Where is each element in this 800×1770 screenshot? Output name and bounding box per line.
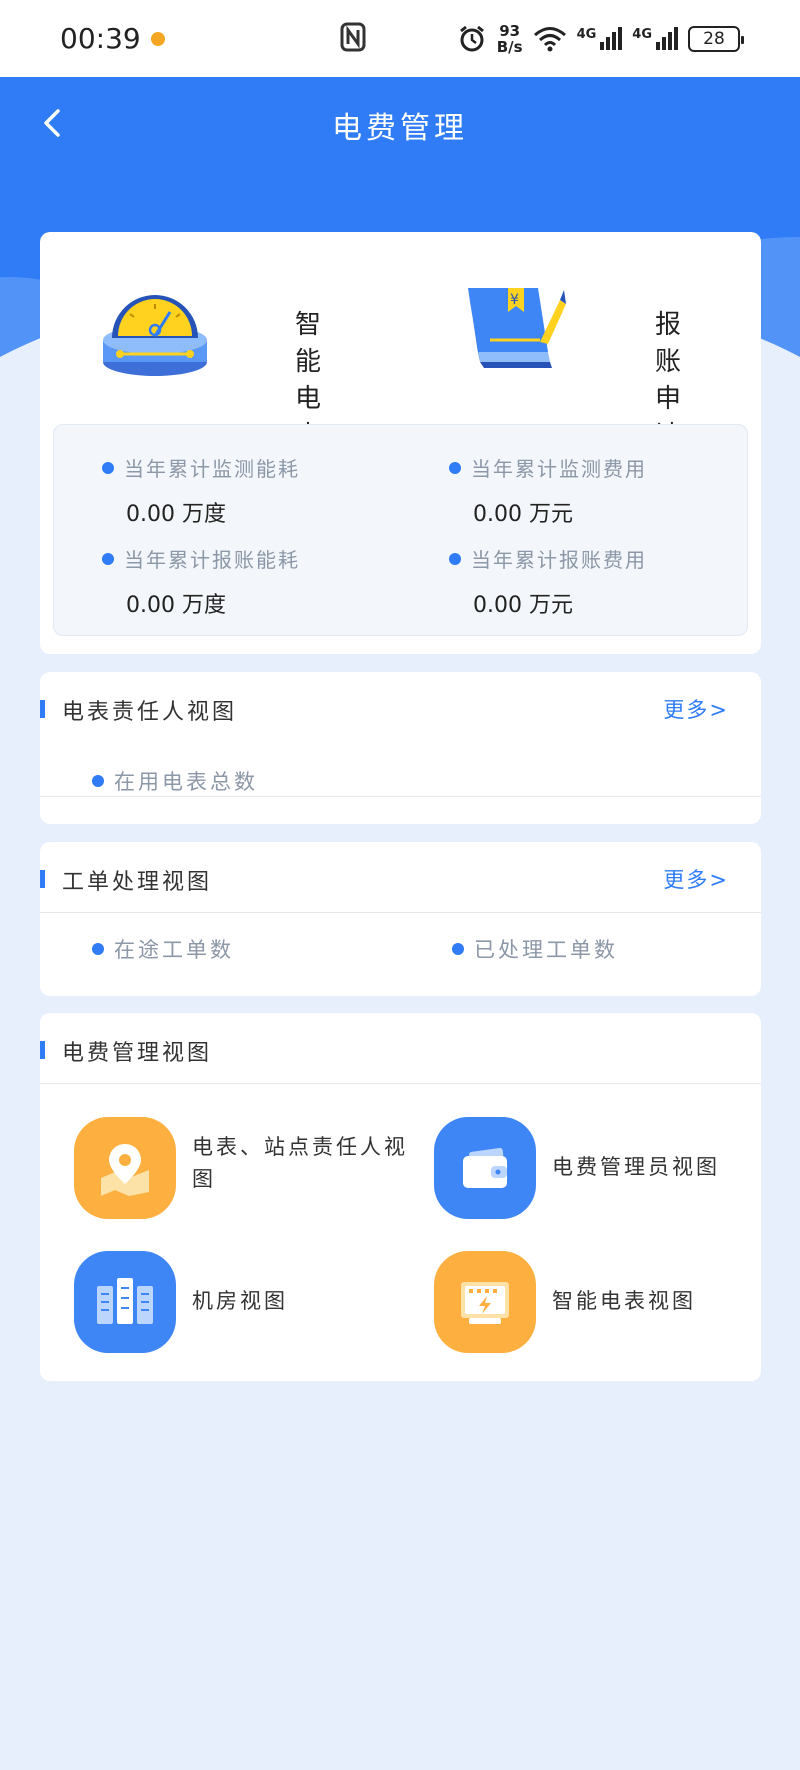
work-order-view-card: 工单处理视图 更多> 在途工单数 已处理工单数 — [40, 842, 761, 996]
item-label: 已处理工单数 — [474, 938, 618, 962]
clock-text: 00:39 — [60, 22, 141, 55]
bullet-dot — [102, 552, 114, 565]
bullet-dot — [449, 552, 461, 565]
nfc-icon — [340, 22, 366, 56]
divider — [40, 912, 761, 913]
server-rack-icon — [74, 1251, 176, 1353]
network-type-2: 4G — [632, 27, 652, 42]
ledger-book-icon: ¥ — [468, 288, 566, 368]
section-title: 电表责任人视图 — [62, 700, 238, 725]
tile-meter-site-owner-view[interactable]: 电表、站点责任人视图 — [74, 1117, 414, 1227]
stat-label: 当年累计监测费用 — [471, 457, 647, 481]
smart-meter-gauge-icon — [103, 295, 207, 376]
stat-label: 当年累计监测能耗 — [124, 457, 300, 481]
item-label: 在用电表总数 — [114, 770, 258, 794]
bullet-dot — [102, 461, 114, 474]
tile-label: 电表、站点责任人视图 — [192, 1135, 408, 1191]
bullet-dot — [92, 943, 104, 955]
active-meter-count[interactable]: 在用电表总数 — [92, 766, 258, 796]
stat-label: 当年累计报账费用 — [471, 548, 647, 572]
smart-meter-icon — [434, 1251, 536, 1353]
section-header: 工单处理视图 更多> — [40, 842, 761, 914]
stat-report-energy: 当年累计报账能耗 0.00 万度 — [102, 544, 300, 619]
wifi-icon — [533, 26, 566, 51]
net-speed-unit: B/s — [496, 37, 523, 56]
more-link[interactable]: 更多> — [663, 864, 729, 894]
signal-icon-2: 4G — [632, 27, 678, 50]
section-accent-bar — [40, 700, 45, 718]
battery-level: 28 — [703, 28, 725, 49]
wallet-icon — [434, 1117, 536, 1219]
tile-label: 电费管理员视图 — [552, 1155, 720, 1179]
tile-machine-room-view[interactable]: 机房视图 — [74, 1251, 414, 1361]
page-title: 电费管理 — [332, 111, 468, 146]
tile-label: 智能电表视图 — [552, 1289, 696, 1313]
alarm-icon — [459, 25, 484, 51]
bullet-dot — [449, 461, 461, 474]
more-link[interactable]: 更多> — [663, 694, 729, 724]
summary-card: 智能电表 ¥ 报账申请 当年累计监测能耗 0.00 万度 当年累计监测费用 0.… — [40, 232, 761, 654]
net-speed: 93 B/s — [497, 23, 523, 55]
status-bar: 00:39 93 B/s 4G 4G 28 — [0, 0, 800, 77]
meter-owner-view-card: 电表责任人视图 更多> 在用电表总数 — [40, 672, 761, 824]
stat-report-cost: 当年累计报账费用 0.00 万元 — [449, 544, 647, 619]
map-pin-icon — [74, 1117, 176, 1219]
section-title: 工单处理视图 — [62, 870, 213, 895]
divider — [40, 1083, 761, 1084]
tile-smart-meter-view[interactable]: 智能电表视图 — [434, 1251, 774, 1361]
stat-value: 0.00 万元 — [473, 593, 573, 618]
fee-management-view-card: 电费管理视图 电表、站点责任人视图 电费管理员视图 机房视图 智能电表视图 — [40, 1013, 761, 1381]
status-time: 00:39 — [60, 22, 165, 55]
battery-icon: 28 — [688, 25, 744, 52]
divider — [40, 796, 761, 797]
section-header: 电表责任人视图 更多> — [40, 672, 761, 744]
status-indicators: 93 B/s 4G 4G 28 — [457, 23, 744, 55]
net-speed-value: 93 — [499, 21, 521, 40]
stat-value: 0.00 万元 — [473, 502, 573, 527]
network-type-1: 4G — [576, 27, 597, 42]
in-progress-orders[interactable]: 在途工单数 — [92, 934, 234, 964]
item-label: 在途工单数 — [114, 938, 234, 962]
bullet-dot — [92, 775, 104, 787]
tile-label: 机房视图 — [192, 1289, 288, 1313]
section-accent-bar — [40, 870, 45, 888]
stat-label: 当年累计报账能耗 — [124, 548, 300, 572]
stat-monitor-cost: 当年累计监测费用 0.00 万元 — [449, 453, 647, 528]
weather-icon — [150, 31, 165, 46]
processed-orders[interactable]: 已处理工单数 — [452, 934, 618, 964]
stats-panel: 当年累计监测能耗 0.00 万度 当年累计监测费用 0.00 万元 当年累计报账… — [53, 424, 748, 636]
stat-value: 0.00 万度 — [126, 593, 226, 618]
tile-fee-admin-view[interactable]: 电费管理员视图 — [434, 1117, 774, 1227]
section-header: 电费管理视图 — [40, 1013, 761, 1085]
stat-monitor-energy: 当年累计监测能耗 0.00 万度 — [102, 453, 300, 528]
section-title: 电费管理视图 — [62, 1041, 213, 1066]
section-accent-bar — [40, 1041, 45, 1059]
signal-icon-1: 4G — [577, 27, 623, 50]
svg-text:¥: ¥ — [510, 292, 519, 308]
stat-value: 0.00 万度 — [126, 502, 226, 527]
bullet-dot — [452, 943, 464, 955]
